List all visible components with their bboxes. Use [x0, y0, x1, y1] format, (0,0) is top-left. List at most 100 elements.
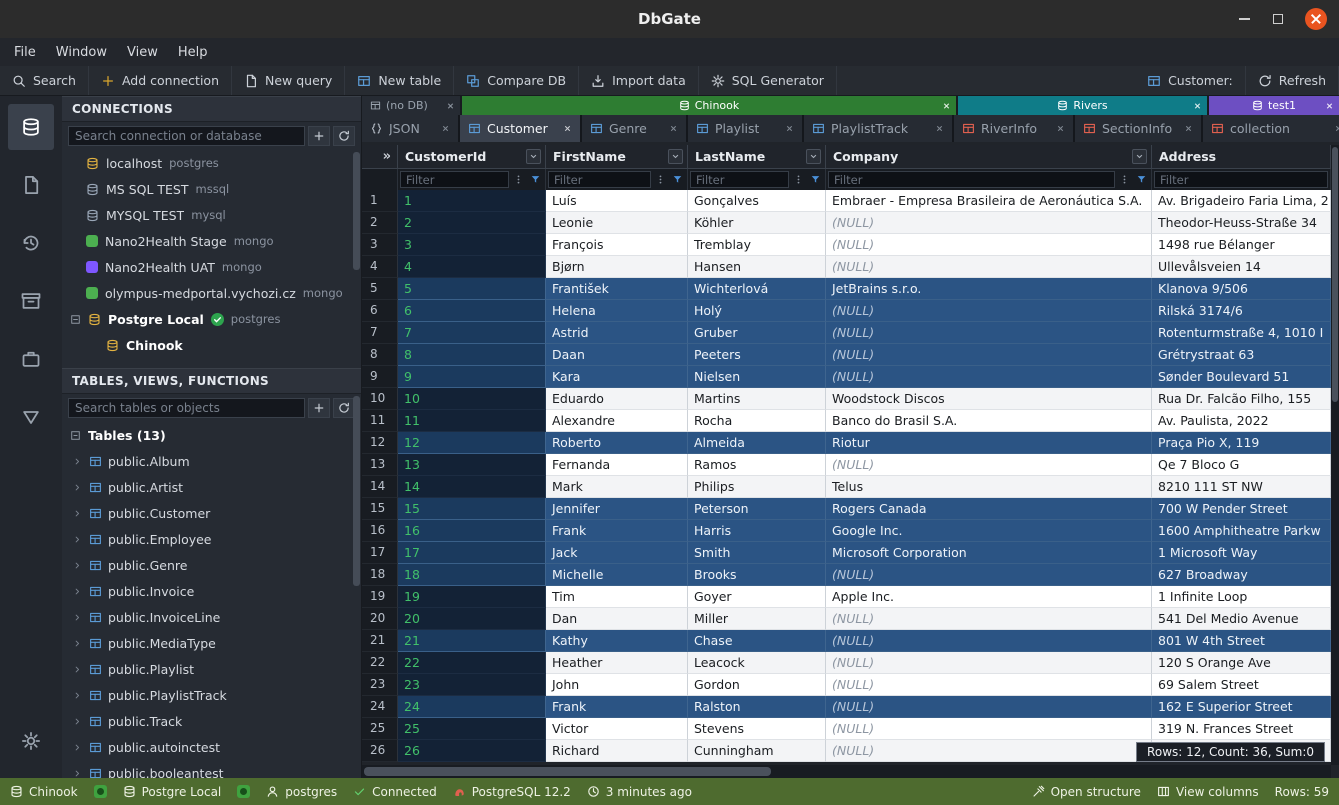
table-row[interactable]: 1515JenniferPetersonRogers Canada700 W P… — [362, 498, 1331, 520]
connection-olympus-medportal-vychozi-cz[interactable]: olympus-medportal.vychozi.czmongo — [62, 280, 361, 306]
cell-address[interactable]: Qe 7 Bloco G — [1152, 454, 1331, 476]
table-public-playlisttrack[interactable]: public.PlaylistTrack — [62, 682, 361, 708]
menu-window[interactable]: Window — [46, 42, 117, 63]
filter-funnel-icon[interactable] — [1134, 171, 1149, 188]
cell-lastname[interactable]: Tremblay — [688, 234, 826, 256]
rail-settings[interactable] — [8, 718, 54, 764]
cell-lastname[interactable]: Almeida — [688, 432, 826, 454]
table-row[interactable]: 2020DanMiller(NULL)541 Del Medio Avenue — [362, 608, 1331, 630]
cell-customerid[interactable]: 16 — [398, 520, 546, 542]
cell-company[interactable]: (NULL) — [826, 652, 1152, 674]
cell-address[interactable]: 69 Salem Street — [1152, 674, 1331, 696]
row-number[interactable]: 13 — [362, 454, 398, 476]
connection-mysql-test[interactable]: MYSQL TESTmysql — [62, 202, 361, 228]
cell-address[interactable]: 120 S Orange Ave — [1152, 652, 1331, 674]
cell-lastname[interactable]: Holý — [688, 300, 826, 322]
cell-company[interactable]: Riotur — [826, 432, 1152, 454]
scrollbar-thumb[interactable] — [364, 767, 771, 776]
cell-customerid[interactable]: 18 — [398, 564, 546, 586]
cell-firstname[interactable]: Bjørn — [546, 256, 688, 278]
column-menu-icon[interactable] — [668, 149, 683, 164]
cell-lastname[interactable]: Brooks — [688, 564, 826, 586]
cell-company[interactable]: (NULL) — [826, 366, 1152, 388]
cell-lastname[interactable]: Cunningham — [688, 740, 826, 762]
column-header-firstname[interactable]: FirstName — [546, 145, 688, 169]
tab-playlisttrack[interactable]: PlaylistTrack — [804, 115, 954, 142]
cell-company[interactable]: (NULL) — [826, 322, 1152, 344]
cell-address[interactable]: Praça Pio X, 119 — [1152, 432, 1331, 454]
cell-company[interactable]: JetBrains s.r.o. — [826, 278, 1152, 300]
filter-funnel-icon[interactable] — [808, 171, 823, 188]
toolbar-sql-generator[interactable]: SQL Generator — [699, 66, 837, 95]
cell-lastname[interactable]: Rocha — [688, 410, 826, 432]
toolbar-add-connection[interactable]: Add connection — [89, 66, 232, 95]
cell-customerid[interactable]: 15 — [398, 498, 546, 520]
cell-firstname[interactable]: Luís — [546, 190, 688, 212]
cell-customerid[interactable]: 10 — [398, 388, 546, 410]
row-number[interactable]: 23 — [362, 674, 398, 696]
table-row[interactable]: 1212RobertoAlmeidaRioturPraça Pio X, 119 — [362, 432, 1331, 454]
tab-json[interactable]: JSON — [362, 115, 460, 142]
cell-lastname[interactable]: Chase — [688, 630, 826, 652]
cell-firstname[interactable]: Leonie — [546, 212, 688, 234]
cell-company[interactable]: (NULL) — [826, 454, 1152, 476]
tables-search-input[interactable] — [68, 398, 305, 418]
table-public-invoice[interactable]: public.Invoice — [62, 578, 361, 604]
table-public-invoiceline[interactable]: public.InvoiceLine — [62, 604, 361, 630]
cell-firstname[interactable]: Roberto — [546, 432, 688, 454]
filter-input[interactable]: Filter — [828, 171, 1115, 188]
tab-group-no-db[interactable]: (no DB) — [362, 96, 460, 115]
row-number[interactable]: 8 — [362, 344, 398, 366]
close-icon[interactable] — [935, 124, 944, 133]
cell-firstname[interactable]: Heather — [546, 652, 688, 674]
row-number[interactable]: 11 — [362, 410, 398, 432]
cell-customerid[interactable]: 17 — [398, 542, 546, 564]
close-button[interactable] — [1305, 8, 1327, 30]
cell-lastname[interactable]: Smith — [688, 542, 826, 564]
cell-customerid[interactable]: 20 — [398, 608, 546, 630]
table-row[interactable]: 1717JackSmithMicrosoft Corporation1 Micr… — [362, 542, 1331, 564]
refresh-connections-button[interactable] — [333, 126, 355, 146]
cell-company[interactable]: Apple Inc. — [826, 586, 1152, 608]
table-row[interactable]: 1616FrankHarrisGoogle Inc.1600 Amphithea… — [362, 520, 1331, 542]
cell-customerid[interactable]: 13 — [398, 454, 546, 476]
cell-address[interactable]: 8210 111 ST NW — [1152, 476, 1331, 498]
minimize-button[interactable] — [1237, 12, 1251, 26]
column-header-lastname[interactable]: LastName — [688, 145, 826, 169]
toolbar-search[interactable]: Search — [0, 66, 89, 95]
table-public-booleantest[interactable]: public.booleantest — [62, 760, 361, 778]
cell-lastname[interactable]: Philips — [688, 476, 826, 498]
column-menu-icon[interactable] — [806, 149, 821, 164]
column-header-customerid[interactable]: CustomerId — [398, 145, 546, 169]
table-row[interactable]: 55FrantišekWichterlováJetBrains s.r.o.Kl… — [362, 278, 1331, 300]
cell-company[interactable]: Telus — [826, 476, 1152, 498]
cell-address[interactable]: Theodor-Heuss-Straße 34 — [1152, 212, 1331, 234]
cell-company[interactable]: (NULL) — [826, 630, 1152, 652]
filter-input[interactable]: Filter — [548, 171, 651, 188]
cell-firstname[interactable]: Frank — [546, 696, 688, 718]
cell-firstname[interactable]: Tim — [546, 586, 688, 608]
rail-cell-data[interactable] — [8, 394, 54, 440]
table-public-album[interactable]: public.Album — [62, 448, 361, 474]
filter-menu-icon[interactable] — [791, 171, 806, 188]
row-number[interactable]: 4 — [362, 256, 398, 278]
column-header-address[interactable]: Address — [1152, 145, 1331, 169]
tables-group-header[interactable]: Tables (13) — [62, 422, 361, 448]
cell-firstname[interactable]: Michelle — [546, 564, 688, 586]
cell-lastname[interactable]: Martins — [688, 388, 826, 410]
row-number[interactable]: 3 — [362, 234, 398, 256]
cell-firstname[interactable]: Alexandre — [546, 410, 688, 432]
table-row[interactable]: 99KaraNielsen(NULL)Sønder Boulevard 51 — [362, 366, 1331, 388]
cell-address[interactable]: Sønder Boulevard 51 — [1152, 366, 1331, 388]
cell-customerid[interactable]: 22 — [398, 652, 546, 674]
cell-address[interactable]: 627 Broadway — [1152, 564, 1331, 586]
row-number[interactable]: 24 — [362, 696, 398, 718]
status-open-structure[interactable]: Open structure — [1032, 785, 1141, 799]
cell-lastname[interactable]: Leacock — [688, 652, 826, 674]
cell-lastname[interactable]: Köhler — [688, 212, 826, 234]
filter-menu-icon[interactable] — [653, 171, 668, 188]
close-icon[interactable] — [1184, 124, 1193, 133]
cell-customerid[interactable]: 19 — [398, 586, 546, 608]
cell-address[interactable]: 1 Infinite Loop — [1152, 586, 1331, 608]
database-chinook[interactable]: Chinook — [62, 332, 361, 358]
